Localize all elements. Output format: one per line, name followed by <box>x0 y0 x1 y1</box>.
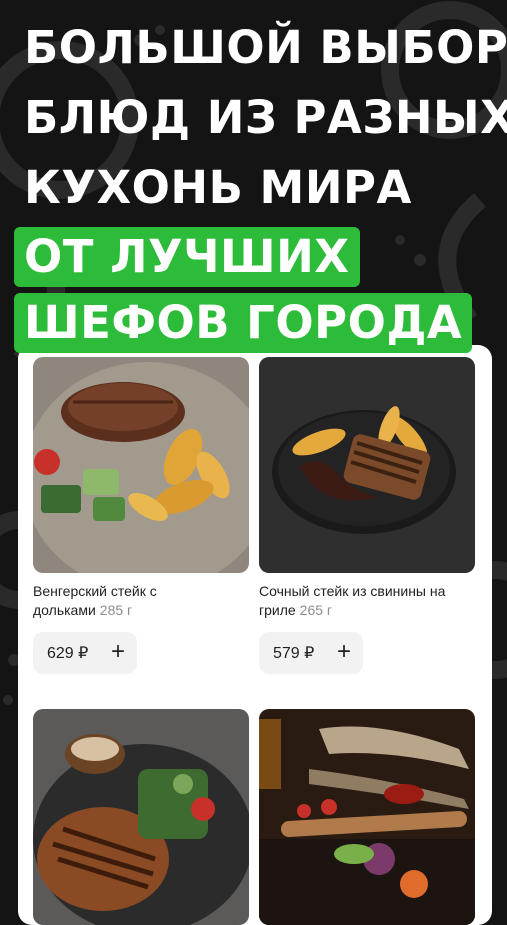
dish-name: Венгерский стейк с дольками <box>33 583 157 618</box>
dish-photo[interactable] <box>259 357 475 573</box>
headline-highlight-2: ШЕФОВ ГОРОДА <box>14 293 473 353</box>
headline-highlight-1: ОТ ЛУЧШИХ <box>14 227 360 287</box>
headline-line-3: КУХОНЬ МИРА <box>24 161 412 214</box>
dish-weight: 265 г <box>299 602 333 618</box>
dish-title: Сочный стейк из свинины на гриле 265 г <box>259 582 475 620</box>
dish-card[interactable]: Венгерский стейк с дольками 285 г 629 ₽ + <box>33 357 249 674</box>
dish-weight: 285 г <box>99 602 133 618</box>
dish-name: Сочный стейк из свинины на гриле <box>259 583 446 618</box>
dish-photo[interactable] <box>33 357 249 573</box>
dish-photo[interactable] <box>259 709 475 925</box>
dish-card[interactable] <box>33 709 249 925</box>
headline-line-1: БОЛЬШОЙ ВЫБОР <box>24 21 507 74</box>
dish-title: Венгерский стейк с дольками 285 г <box>33 582 249 620</box>
menu-sheet: Венгерский стейк с дольками 285 г 629 ₽ +… <box>18 345 492 925</box>
dish-card[interactable]: Сочный стейк из свинины на гриле 265 г 57… <box>259 357 475 674</box>
headline-line-2: БЛЮД ИЗ РАЗНЫХ <box>24 91 507 144</box>
price-label: 579 ₽ <box>273 645 315 662</box>
add-to-cart-button[interactable]: 579 ₽ + <box>259 632 363 674</box>
add-to-cart-button[interactable]: 629 ₽ + <box>33 632 137 674</box>
plus-icon: + <box>110 638 125 665</box>
dish-card[interactable] <box>259 709 475 925</box>
price-label: 629 ₽ <box>47 645 89 662</box>
dish-photo[interactable] <box>33 709 249 925</box>
plus-icon: + <box>336 638 351 665</box>
